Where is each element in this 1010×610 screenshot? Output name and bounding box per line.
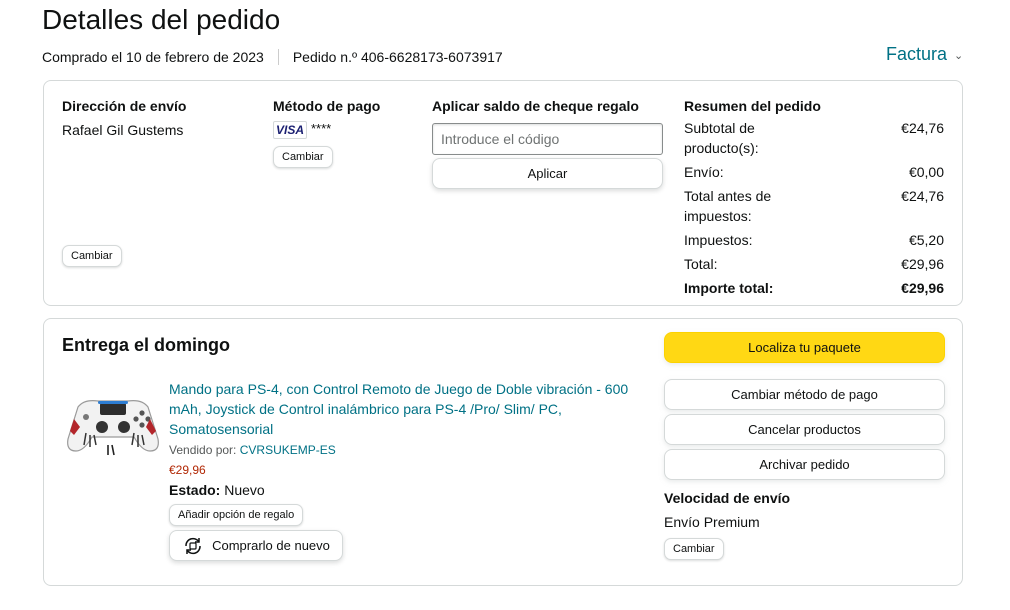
order-info-card: Dirección de envío Rafael Gil Gustems Ca… xyxy=(43,80,963,306)
apply-button[interactable]: Aplicar xyxy=(432,158,663,189)
product-state: Estado: Nuevo xyxy=(169,482,265,498)
summary-row: Total antes de impuestos: €24,76 xyxy=(684,186,944,226)
product-price: €29,96 xyxy=(169,463,206,477)
gamepad-icon xyxy=(67,400,159,456)
invoice-label: Factura xyxy=(886,44,948,64)
summary-row: Impuestos: €5,20 xyxy=(684,230,944,250)
summary-value: €24,76 xyxy=(901,120,944,136)
state-value: Nuevo xyxy=(224,482,265,498)
summary-row: Envío: €0,00 xyxy=(684,162,944,182)
summary-label: Subtotal de producto(s): xyxy=(684,120,759,156)
summary-value: €29,96 xyxy=(901,280,944,296)
summary-row: Total: €29,96 xyxy=(684,254,944,274)
product-image[interactable] xyxy=(64,389,162,461)
visa-card-icon: VISA xyxy=(273,121,307,139)
order-number: Pedido n.º 406-6628173-6073917 xyxy=(292,49,503,65)
change-speed-button[interactable]: Cambiar xyxy=(664,538,724,560)
order-summary: Subtotal de producto(s): €24,76 Envío: €… xyxy=(684,118,944,302)
summary-total-row: Importe total: €29,96 xyxy=(684,278,944,298)
chevron-down-icon: ⌄ xyxy=(954,50,964,62)
meta-divider xyxy=(277,49,279,65)
sold-by-label: Vendido por: xyxy=(169,443,237,457)
page-title: Detalles del pedido xyxy=(42,4,281,35)
product-title-link[interactable]: Mando para PS-4, con Control Remoto de J… xyxy=(169,379,644,439)
summary-value: €0,00 xyxy=(908,164,944,180)
summary-heading: Resumen del pedido xyxy=(684,98,821,114)
order-meta: Comprado el 10 de febrero de 2023 Pedido… xyxy=(42,49,503,65)
seller-line: Vendido por: CVRSUKEMP-ES xyxy=(169,443,336,457)
summary-label: Importe total: xyxy=(684,280,774,296)
gift-code-input[interactable] xyxy=(432,123,663,155)
buy-again-label: Comprarlo de nuevo xyxy=(212,538,330,553)
change-payment-method-button[interactable]: Cambiar método de pago xyxy=(664,379,945,410)
summary-label: Total antes de impuestos: xyxy=(684,188,772,224)
seller-link[interactable]: CVRSUKEMP-ES xyxy=(240,443,336,457)
shipping-speed-value: Envío Premium xyxy=(664,514,760,530)
delivery-title: Entrega el domingo xyxy=(62,335,231,355)
purchase-date: Comprado el 10 de febrero de 2023 xyxy=(42,49,264,65)
summary-value: €24,76 xyxy=(901,188,944,204)
change-address-button[interactable]: Cambiar xyxy=(62,245,122,267)
shipping-name: Rafael Gil Gustems xyxy=(62,122,184,138)
summary-label: Impuestos: xyxy=(684,232,753,248)
buy-again-icon xyxy=(185,537,201,554)
delivery-card: Entrega el domingo Mando para PS-4, con … xyxy=(43,318,963,586)
card-mask: **** xyxy=(311,121,332,136)
track-package-button[interactable]: Localiza tu paquete xyxy=(664,332,945,363)
cancel-items-button[interactable]: Cancelar productos xyxy=(664,414,945,445)
shipping-heading: Dirección de envío xyxy=(62,98,187,114)
summary-label: Envío: xyxy=(684,164,724,180)
summary-row: Subtotal de producto(s): €24,76 xyxy=(684,118,944,158)
archive-order-button[interactable]: Archivar pedido xyxy=(664,449,945,480)
summary-label: Total: xyxy=(684,256,718,272)
change-payment-button[interactable]: Cambiar xyxy=(273,146,333,168)
buy-again-button[interactable]: Comprarlo de nuevo xyxy=(169,530,343,561)
summary-value: €5,20 xyxy=(908,232,944,248)
payment-heading: Método de pago xyxy=(273,98,381,114)
invoice-dropdown[interactable]: Factura ⌄ xyxy=(886,44,963,65)
gift-heading: Aplicar saldo de cheque regalo xyxy=(432,98,639,114)
shipping-speed-heading: Velocidad de envío xyxy=(664,490,791,506)
summary-value: €29,96 xyxy=(901,256,944,272)
gift-option-button[interactable]: Añadir opción de regalo xyxy=(169,504,304,526)
state-label: Estado: xyxy=(169,482,221,498)
